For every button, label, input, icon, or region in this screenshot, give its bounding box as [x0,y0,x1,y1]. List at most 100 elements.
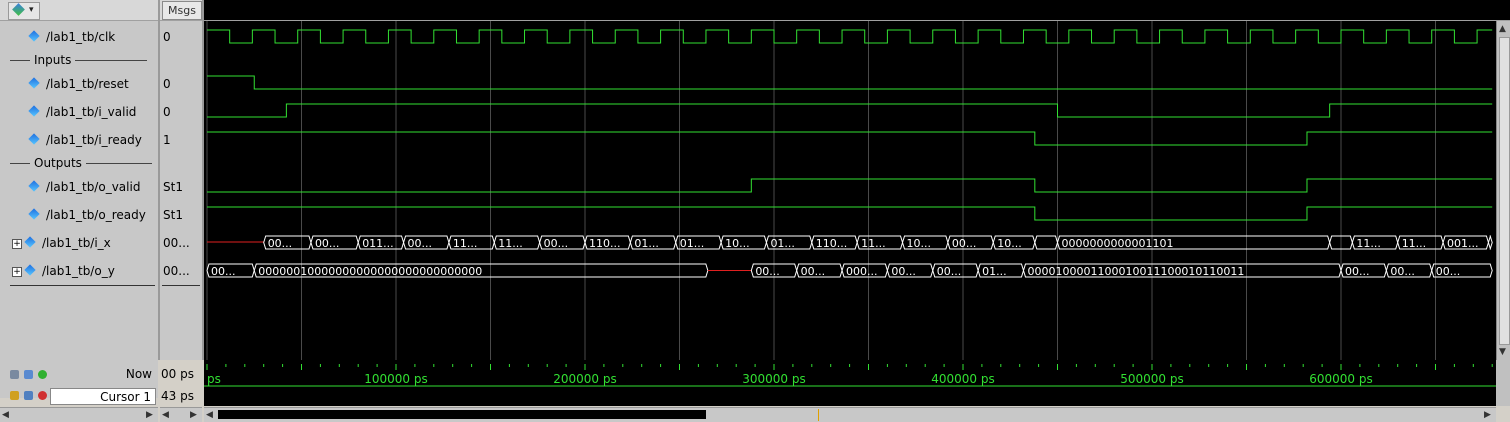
signal-name: /lab1_tb/clk [46,30,116,44]
timeline-area[interactable]: ps 100000 ps 200000 ps 300000 ps 400000 ps 50… [204,360,1496,406]
timeline-tick-label: 300000 ps [742,372,806,386]
lock-icon[interactable] [10,391,19,400]
scroll-left-icon[interactable]: ◀ [162,409,169,421]
signal-diamond-icon [28,30,40,42]
msgs-column-header[interactable]: Msgs [162,1,202,20]
waveform-o-y-label: 00... [1436,265,1461,278]
scroll-right-icon[interactable]: ▶ [146,409,153,421]
scroll-left-icon[interactable]: ◀ [2,409,9,421]
scroll-right-icon[interactable]: ▶ [1484,409,1491,421]
add-wave-icon[interactable] [24,370,33,379]
waveform-i-valid [207,103,1493,118]
waveform-o-y-label: 00... [755,265,780,278]
waveform-i-x-label: 001... [1447,237,1479,250]
signal-diamond-icon [24,264,36,276]
value-i-ready: 1 [163,133,171,147]
waveform-o-valid [207,178,1493,193]
timeline-tick-label: 500000 ps [1120,372,1184,386]
value-i-x: 00... [163,236,190,250]
diamond-icon [12,3,25,16]
scroll-right-icon[interactable]: ▶ [190,409,197,421]
divider-label: Outputs [34,156,82,170]
add-cursor-icon[interactable] [38,370,47,379]
waveform-i-x-segment [1487,235,1493,250]
value-o-ready: St1 [163,208,183,222]
expand-icon[interactable]: + [12,267,22,277]
divider-label: Inputs [34,53,72,67]
signal-name: /lab1_tb/o_ready [46,208,146,222]
signal-row-o-valid[interactable]: /lab1_tb/o_valid [16,179,140,195]
vertical-scroll-thumb[interactable] [1499,37,1510,345]
waveform-i-x-label: 110... [589,237,621,250]
waveform-i-x-label: 11... [498,237,523,250]
scroll-down-icon[interactable]: ▼ [1499,346,1506,358]
signal-row-o-ready[interactable]: /lab1_tb/o_ready [16,207,146,223]
expand-icon[interactable]: + [12,239,22,249]
divider-outputs[interactable]: Outputs [10,155,152,171]
name-hscroll[interactable]: ◀ ▶ [0,407,158,422]
waveform-i-x-label: 01... [634,237,659,250]
horizontal-scroll-thumb[interactable] [218,410,706,419]
waveform-canvas: 00... 00... 011... 00... 11... 11... 00... 110.… [206,21,1493,360]
value-hscroll[interactable]: ◀ ▶ [160,407,202,422]
waveform-i-x-label: 10... [997,237,1022,250]
signal-row-clk[interactable]: /lab1_tb/clk [16,29,115,45]
waveform-i-x-label: 11... [1402,237,1427,250]
waveform-o-y-label: 00... [891,265,916,278]
now-label: Now [125,367,152,381]
signal-row-reset[interactable]: /lab1_tb/reset [16,76,129,92]
now-value: 00 ps [161,367,194,381]
timeline-corner [1496,360,1510,406]
timeline-tick-label: 100000 ps [364,372,428,386]
waveform-o-y-label: 00... [1345,265,1370,278]
signal-diamond-icon [24,236,36,248]
wave-header-bar [204,0,1510,20]
wrench-icon[interactable] [24,391,33,400]
wave-hscroll[interactable]: ◀ ▶ [204,407,1496,422]
vertical-scrollbar[interactable]: ▲ ▼ [1496,21,1510,360]
delete-cursor-icon[interactable] [38,391,47,400]
signal-row-i-valid[interactable]: /lab1_tb/i_valid [16,104,136,120]
waveform-o-y-label: 01... [982,265,1007,278]
scroll-left-icon[interactable]: ◀ [206,409,213,421]
waveform-i-x-label: 00... [544,237,569,250]
waveform-o-y-label: 0000100001100010011100010110011 [1027,265,1244,278]
timeline-tick-label: 600000 ps [1309,372,1373,386]
wave-menu-button[interactable]: ▾ [8,2,40,20]
waveform-o-y-label: 00... [937,265,962,278]
waveform-i-x-label: 01... [770,237,795,250]
signal-diamond-icon [28,105,40,117]
waveform-i-x-label: 10... [725,237,750,250]
value-clk: 0 [163,30,171,44]
signal-row-i-ready[interactable]: /lab1_tb/i_ready [16,132,142,148]
divider-inputs[interactable]: Inputs [10,52,148,68]
waveform-i-x-label: 011... [362,237,394,250]
waveform-o-y-label: 00... [1390,265,1415,278]
waveform-i-x-label: 0000000000001101 [1062,237,1174,250]
waveform-i-x-label: 11... [1356,237,1381,250]
signal-diamond-icon [28,208,40,220]
cursor-marker [818,409,819,421]
waveform-pane[interactable]: 00... 00... 011... 00... 11... 11... 00... 110.… [204,21,1496,360]
waveform-o-y-label: 00... [801,265,826,278]
signal-name: /lab1_tb/i_x [42,236,111,250]
now-icon[interactable] [10,370,19,379]
waveform-i-ready [207,131,1493,146]
waveform-i-x-label: 11... [453,237,478,250]
waveform-o-ready [207,206,1493,221]
signal-row-o-y[interactable]: + /lab1_tb/o_y [12,263,115,279]
timeline-ruler: ps 100000 ps 200000 ps 300000 ps 400000 ps 50… [204,364,1496,387]
waveform-i-x-label: 00... [315,237,340,250]
scroll-up-icon[interactable]: ▲ [1499,23,1506,35]
signal-name: /lab1_tb/o_valid [46,180,141,194]
cursor-1-label[interactable]: Cursor 1 [50,388,156,405]
waveform-reset [207,75,1493,90]
signal-diamond-icon [28,180,40,192]
signal-name: /lab1_tb/reset [46,77,129,91]
value-o-valid: St1 [163,180,183,194]
signal-name: /lab1_tb/i_ready [46,133,142,147]
waveform-i-x-label: 01... [680,237,705,250]
signal-row-i-x[interactable]: + /lab1_tb/i_x [12,235,111,251]
timeline-tick-label: ps [207,372,221,386]
row-end-line [162,285,200,286]
